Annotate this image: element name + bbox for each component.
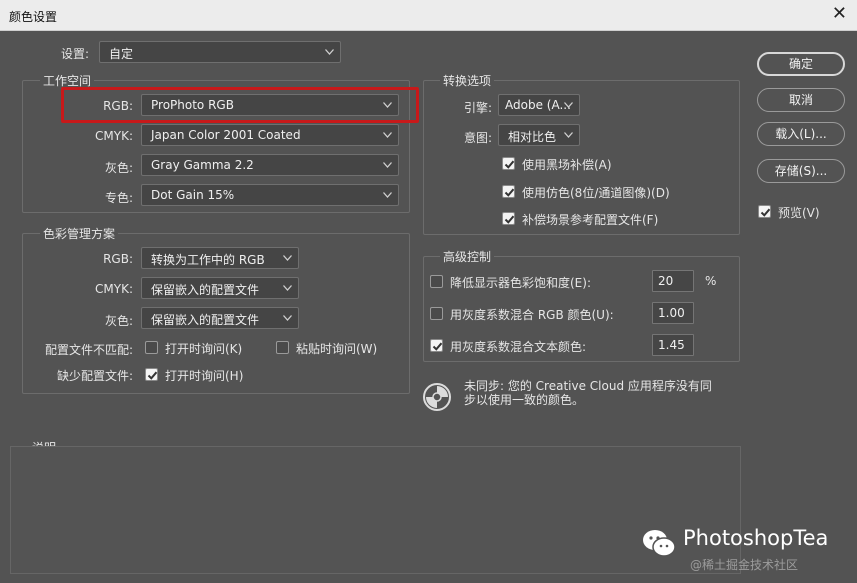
policy-cmyk-dropdown[interactable]: 保留嵌入的配置文件 — [141, 277, 299, 299]
mismatch-open-label: 打开时询问(K) — [165, 342, 243, 356]
chevron-down-icon — [383, 162, 392, 168]
desaturate-unit: % — [705, 274, 717, 288]
checkmark-icon — [760, 208, 771, 217]
policy-gray-dropdown[interactable]: 保留嵌入的配置文件 — [141, 307, 299, 329]
settings-value: 自定 — [109, 47, 134, 61]
workspace-gray-label: 灰色: — [104, 161, 133, 175]
preview-label: 预览(V) — [778, 206, 820, 220]
blend-text-input[interactable]: 1.45 — [652, 334, 694, 356]
settings-label: 设置: — [61, 47, 90, 61]
workspace-cmyk-dropdown[interactable]: Japan Color 2001 Coated — [141, 124, 399, 146]
red-highlight-box — [61, 87, 419, 123]
checkmark-icon — [504, 215, 515, 224]
desaturate-input[interactable]: 20 — [652, 270, 694, 292]
mismatch-open-checkbox[interactable] — [145, 341, 158, 354]
blend-text-checkbox[interactable] — [430, 339, 443, 352]
checkmark-icon — [432, 342, 443, 351]
workspace-gray-value: Gray Gamma 2.2 — [151, 158, 254, 172]
workspace-spot-dropdown[interactable]: Dot Gain 15% — [141, 184, 399, 206]
policy-rgb-value: 转换为工作中的 RGB — [151, 253, 265, 267]
sync-text-line2: 步以使用一致的颜色。 — [464, 393, 585, 407]
policies-title: 色彩管理方案 — [40, 225, 119, 242]
ok-button[interactable]: 确定 — [757, 52, 845, 76]
dither-label: 使用仿色(8位/通道图像)(D) — [522, 186, 670, 200]
chevron-down-icon — [283, 285, 292, 291]
scene-compensate-checkbox[interactable] — [502, 212, 515, 225]
intent-label: 意图: — [463, 131, 492, 145]
mismatch-paste-label: 粘贴时询问(W) — [296, 342, 378, 356]
conversion-title: 转换选项 — [440, 72, 495, 89]
wechat-icon — [641, 528, 677, 558]
workspace-cmyk-label: CMYK: — [95, 129, 133, 143]
checkmark-icon — [504, 160, 515, 169]
black-point-checkbox[interactable] — [502, 157, 515, 170]
dither-checkbox[interactable] — [502, 185, 515, 198]
chevron-down-icon — [283, 255, 292, 261]
workspace-cmyk-value: Japan Color 2001 Coated — [151, 128, 301, 142]
chevron-down-icon — [383, 192, 392, 198]
missing-open-label: 打开时询问(H) — [165, 369, 244, 383]
black-point-label: 使用黑场补偿(A) — [522, 158, 612, 172]
description-box — [10, 446, 741, 574]
cancel-button[interactable]: 取消 — [757, 88, 845, 112]
blend-rgb-checkbox[interactable] — [430, 307, 443, 320]
intent-value: 相对比色 — [508, 130, 557, 144]
engine-dropdown[interactable]: Adobe (A... — [498, 94, 580, 116]
workspace-spot-label: 专色: — [104, 191, 133, 205]
chevron-down-icon — [564, 132, 573, 138]
settings-dropdown[interactable]: 自定 — [99, 41, 341, 63]
watermark-brand: PhotoshopTea — [683, 526, 829, 550]
chevron-down-icon — [283, 315, 292, 321]
title-bar: 颜色设置 ✕ — [0, 0, 857, 31]
policy-rgb-label: RGB: — [103, 252, 133, 266]
policy-gray-value: 保留嵌入的配置文件 — [151, 313, 260, 327]
watermark-site: @稀土掘金技术社区 — [690, 558, 799, 572]
missing-open-checkbox[interactable] — [145, 368, 158, 381]
advanced-title: 高级控制 — [440, 248, 495, 265]
sync-status-icon — [422, 382, 452, 412]
policy-gray-label: 灰色: — [104, 314, 133, 328]
load-button[interactable]: 载入(L)... — [757, 122, 845, 146]
chevron-down-icon — [325, 49, 334, 55]
intent-dropdown[interactable]: 相对比色 — [498, 124, 580, 146]
missing-label: 缺少配置文件: — [56, 369, 133, 383]
chevron-down-icon — [383, 132, 392, 138]
workspace-spot-value: Dot Gain 15% — [151, 188, 235, 202]
policy-cmyk-label: CMYK: — [95, 282, 133, 296]
workspace-gray-dropdown[interactable]: Gray Gamma 2.2 — [141, 154, 399, 176]
chevron-down-icon — [564, 102, 573, 108]
blend-rgb-label: 用灰度系数混合 RGB 颜色(U): — [450, 308, 614, 322]
window-title: 颜色设置 — [9, 10, 58, 24]
checkmark-icon — [504, 188, 515, 197]
blend-rgb-input[interactable]: 1.00 — [652, 302, 694, 324]
engine-value: Adobe (A... — [505, 98, 571, 112]
desaturate-checkbox[interactable] — [430, 275, 443, 288]
close-icon[interactable]: ✕ — [832, 5, 847, 23]
preview-checkbox[interactable] — [758, 205, 771, 218]
policy-cmyk-value: 保留嵌入的配置文件 — [151, 283, 260, 297]
scene-compensate-label: 补偿场景参考配置文件(F) — [522, 213, 659, 227]
blend-text-label: 用灰度系数混合文本颜色: — [450, 340, 587, 354]
engine-label: 引擎: — [463, 101, 492, 115]
mismatch-label: 配置文件不匹配: — [44, 343, 133, 357]
save-button[interactable]: 存储(S)... — [757, 159, 845, 183]
mismatch-paste-checkbox[interactable] — [276, 341, 289, 354]
policy-rgb-dropdown[interactable]: 转换为工作中的 RGB — [141, 247, 299, 269]
desaturate-label: 降低显示器色彩饱和度(E): — [450, 276, 591, 290]
checkmark-icon — [147, 371, 158, 380]
